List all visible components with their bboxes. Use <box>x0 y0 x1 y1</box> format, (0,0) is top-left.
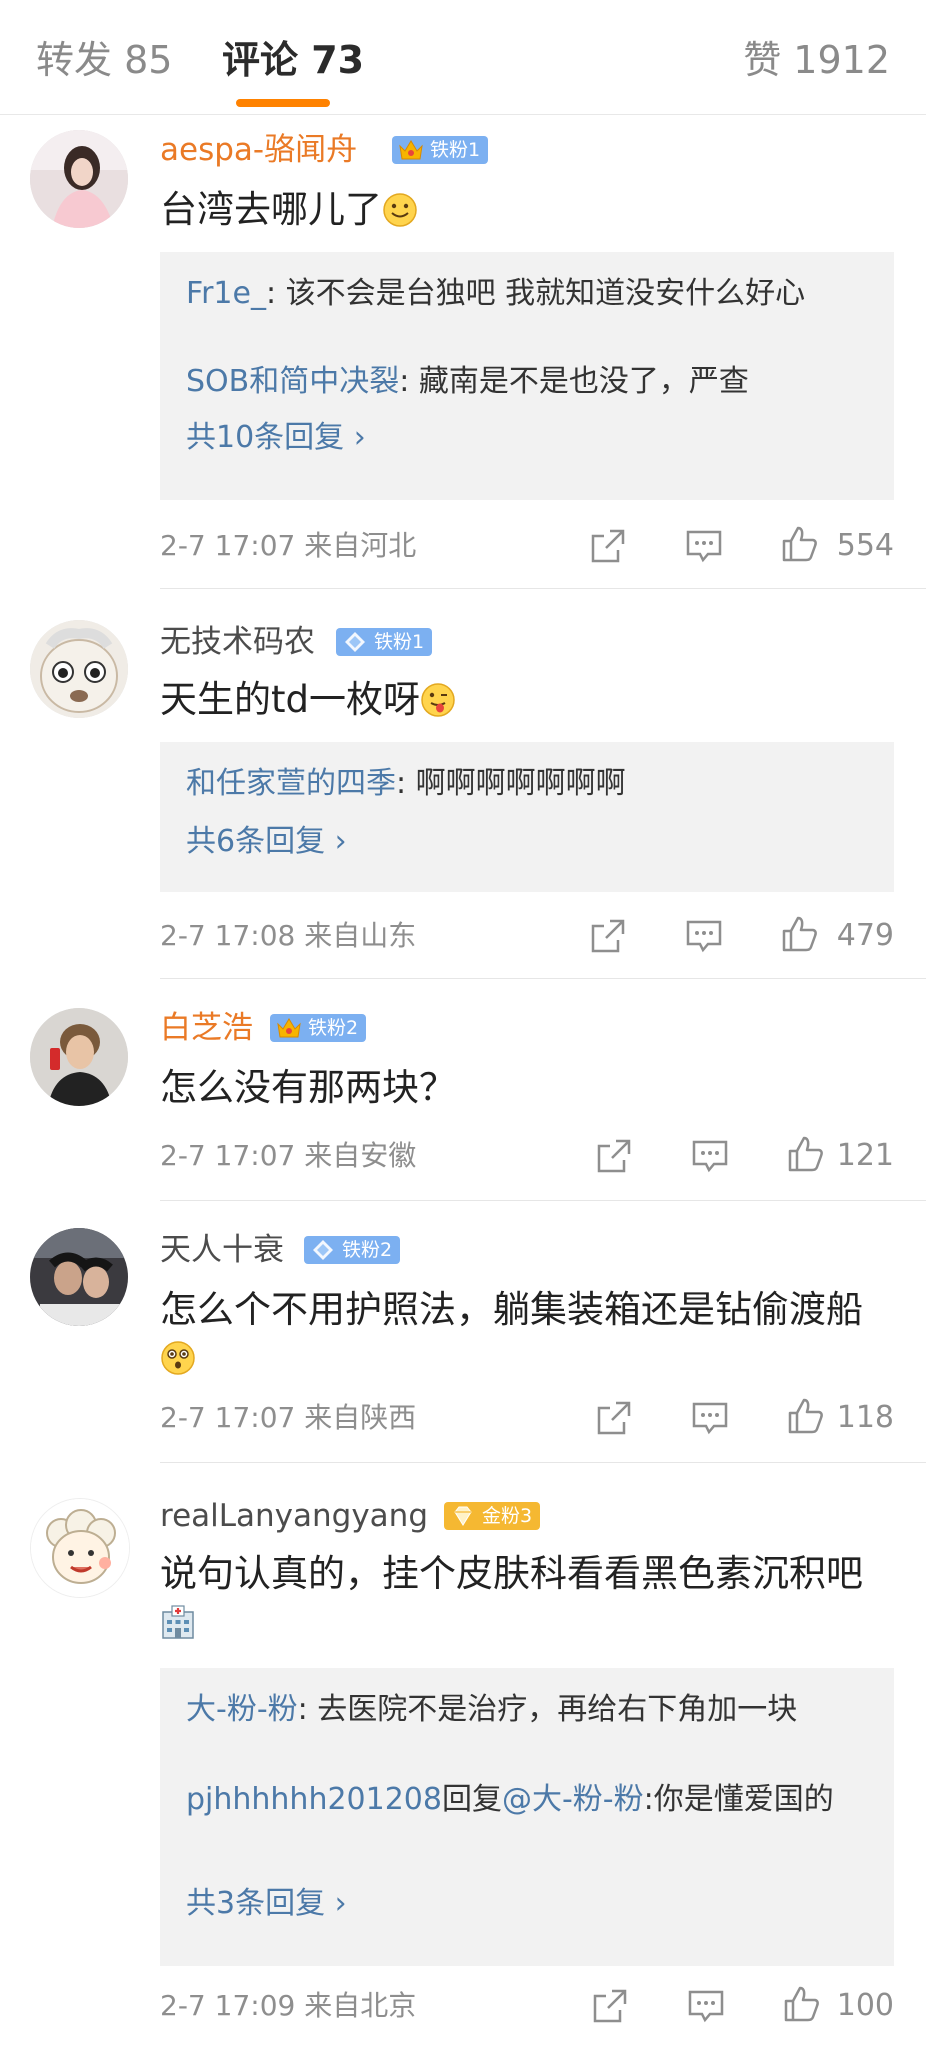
like-count: 554 <box>836 528 894 563</box>
more-replies-link[interactable]: 共3条回复 › <box>186 1882 347 1926</box>
reply-preview[interactable]: 大-粉-粉: 去医院不是治疗，再给右下角加一块 pjhhhhhh201208回复… <box>160 1668 894 1966</box>
like-icon[interactable] <box>782 1984 822 2024</box>
reply-username[interactable]: SOB和简中决裂 <box>186 364 399 399</box>
comment-meta: 2-7 17:07 来自河北 <box>160 529 417 562</box>
share-icon[interactable] <box>588 916 628 956</box>
avatar[interactable] <box>30 130 128 228</box>
diamond-icon <box>345 632 365 652</box>
more-replies-link[interactable]: 共10条回复 › <box>186 416 366 460</box>
comment-text: 天生的td一枚呀 <box>160 676 900 724</box>
share-icon[interactable] <box>590 1986 630 2026</box>
comment-meta: 2-7 17:07 来自陕西 <box>160 1401 417 1434</box>
tab-likes[interactable]: 赞 1912 <box>743 36 890 84</box>
comment-icon[interactable] <box>690 1398 730 1438</box>
reply-username[interactable]: 大-粉-粉 <box>186 1692 298 1727</box>
gem-icon <box>454 1506 472 1526</box>
comment-text: 怎么没有那两块？ <box>160 1066 456 1109</box>
share-icon[interactable] <box>588 526 628 566</box>
comment-meta: 2-7 17:07 来自安徽 <box>160 1139 417 1172</box>
reply-line: 和任家萱的四季: 啊啊啊啊啊啊啊 <box>186 766 626 801</box>
like-count: 121 <box>836 1138 894 1173</box>
comment-meta: 2-7 17:09 来自北京 <box>160 1989 417 2022</box>
avatar[interactable] <box>30 1498 130 1598</box>
comment-icon[interactable] <box>686 1986 726 2026</box>
reply-line: SOB和简中决裂: 藏南是不是也没了，严查 <box>186 364 749 399</box>
comment-item: 天人十衰 铁粉2 怎么个不用护照法，躺集装箱还是钻偷渡船 2-7 17:07 来… <box>0 1202 926 1464</box>
comment-text: 说句认真的，挂个皮肤科看看黑色素沉积吧 <box>160 1550 900 1646</box>
like-count: 118 <box>836 1400 894 1435</box>
crown-icon <box>399 140 423 160</box>
avatar[interactable] <box>30 1008 128 1106</box>
reply-line: pjhhhhhh201208回复@大-粉-粉:你是懂爱国的 <box>186 1782 834 1817</box>
like-icon[interactable] <box>780 524 820 564</box>
fan-badge: 铁粉1 <box>392 136 489 164</box>
comment-item: 无技术码农 铁粉1 天生的td一枚呀 和任家萱的四季: 啊啊啊啊啊啊啊 共6条回… <box>0 590 926 980</box>
tab-repost[interactable]: 转发 85 <box>36 36 172 84</box>
mention-link[interactable]: @大-粉-粉 <box>502 1782 644 1817</box>
comment-text: 台湾去哪儿了 <box>160 186 900 234</box>
reply-preview[interactable]: Fr1e_: 该不会是台独吧 我就知道没安什么好心 SOB和简中决裂: 藏南是不… <box>160 252 894 500</box>
tab-comments[interactable]: 评论 73 <box>222 36 364 84</box>
comment-meta: 2-7 17:08 来自山东 <box>160 919 417 952</box>
avatar[interactable] <box>30 1228 128 1326</box>
divider <box>160 588 926 589</box>
comment-icon[interactable] <box>690 1136 730 1176</box>
username[interactable]: 天人十衰 <box>160 1230 284 1270</box>
reply-username[interactable]: 和任家萱的四季 <box>186 766 396 801</box>
username[interactable]: aespa-骆闻舟 <box>160 130 357 170</box>
divider <box>160 1462 926 1463</box>
comment-item: realLanyangyang 金粉3 说句认真的，挂个皮肤科看看黑色素沉积吧 … <box>0 1464 926 2048</box>
comment-tabs: 转发 85 评论 73 赞 1912 <box>0 0 926 115</box>
reply-line: 大-粉-粉: 去医院不是治疗，再给右下角加一块 <box>186 1692 798 1727</box>
surprised-emoji-icon <box>161 1341 195 1375</box>
reply-username[interactable]: Fr1e_ <box>186 276 266 311</box>
comment-item: aespa-骆闻舟 铁粉1 台湾去哪儿了 Fr1e_: 该不会是台独吧 我就知道… <box>0 114 926 590</box>
like-icon[interactable] <box>780 914 820 954</box>
fan-badge: 铁粉2 <box>304 1236 401 1264</box>
reply-line: Fr1e_: 该不会是台独吧 我就知道没安什么好心 <box>186 276 806 311</box>
hospital-emoji-icon <box>162 1605 194 1639</box>
like-icon[interactable] <box>786 1396 826 1436</box>
fan-badge: 铁粉1 <box>336 628 433 656</box>
share-icon[interactable] <box>594 1136 634 1176</box>
tongue-emoji-icon <box>421 683 455 717</box>
crown-icon <box>277 1018 301 1038</box>
more-replies-link[interactable]: 共6条回复 › <box>186 820 347 864</box>
comment-item: 白芝浩 铁粉2 怎么没有那两块？ 2-7 17:07 来自安徽 121 <box>0 980 926 1202</box>
divider <box>160 1200 926 1201</box>
fan-badge: 铁粉2 <box>270 1014 367 1042</box>
reply-preview[interactable]: 和任家萱的四季: 啊啊啊啊啊啊啊 共6条回复 › <box>160 742 894 892</box>
active-tab-indicator <box>236 99 330 107</box>
like-icon[interactable] <box>786 1134 826 1174</box>
username[interactable]: realLanyangyang <box>160 1496 428 1536</box>
like-count: 479 <box>836 918 894 953</box>
username[interactable]: 无技术码农 <box>160 622 315 662</box>
username[interactable]: 白芝浩 <box>160 1008 253 1048</box>
share-icon[interactable] <box>594 1398 634 1438</box>
reply-username[interactable]: pjhhhhhh201208 <box>186 1782 442 1817</box>
divider <box>160 978 926 979</box>
diamond-icon <box>313 1240 333 1260</box>
comment-icon[interactable] <box>684 916 724 956</box>
comment-icon[interactable] <box>684 526 724 566</box>
avatar[interactable] <box>30 620 128 718</box>
smile-emoji-icon <box>383 193 417 227</box>
fan-badge: 金粉3 <box>444 1502 541 1530</box>
comment-text: 怎么个不用护照法，躺集装箱还是钻偷渡船 <box>160 1286 900 1382</box>
like-count: 100 <box>836 1988 894 2023</box>
